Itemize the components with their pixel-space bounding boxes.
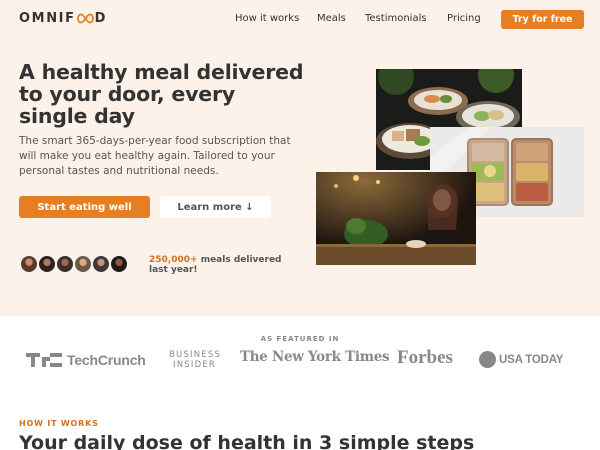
logo-text-left: OMNIF bbox=[19, 11, 76, 26]
meals-delivered-count: 250,000+ bbox=[149, 255, 198, 265]
customer-avatars bbox=[19, 254, 144, 274]
hero-description: The smart 365-days-per-year food subscri… bbox=[19, 135, 291, 177]
how-it-works-label: HOW IT WORKS bbox=[19, 419, 99, 428]
learn-more-button[interactable]: Learn more ↓ bbox=[160, 196, 271, 218]
forbes-logo: Forbes bbox=[397, 347, 453, 368]
hero-section: OMNIF D How it works Meals Testimonials … bbox=[0, 0, 600, 316]
techcrunch-mark-icon bbox=[26, 353, 62, 367]
techcrunch-logo: TechCrunch bbox=[26, 352, 146, 368]
logo-text-right: D bbox=[94, 11, 107, 26]
avatar bbox=[37, 254, 57, 274]
business-insider-logo: BUSINESS INSIDER bbox=[169, 350, 221, 370]
avatar bbox=[19, 254, 39, 274]
nav-testimonials[interactable]: Testimonials bbox=[365, 13, 427, 24]
usatoday-logo: USA TODAY bbox=[479, 351, 563, 368]
nav-how-it-works[interactable]: How it works bbox=[235, 13, 299, 24]
how-it-works-title: Your daily dose of health in 3 simple st… bbox=[19, 432, 475, 450]
nav-meals[interactable]: Meals bbox=[317, 13, 346, 24]
try-for-free-button[interactable]: Try for free bbox=[501, 10, 584, 29]
start-eating-well-button[interactable]: Start eating well bbox=[19, 196, 150, 218]
usatoday-dot-icon bbox=[479, 351, 496, 368]
business-insider-line-1: BUSINESS bbox=[169, 350, 222, 360]
logo[interactable]: OMNIF D bbox=[19, 11, 107, 26]
press-logos: TechCrunch BUSINESS INSIDER The New York… bbox=[0, 346, 600, 372]
infinity-icon bbox=[76, 13, 94, 24]
avatar bbox=[91, 254, 111, 274]
business-insider-line-2: INSIDER bbox=[173, 360, 216, 370]
meals-delivered-stat: 250,000+ meals delivered last year! bbox=[149, 255, 299, 275]
nyt-logo: The New York Times bbox=[240, 349, 390, 365]
avatar bbox=[73, 254, 93, 274]
avatar bbox=[109, 254, 129, 274]
hero-image-dining bbox=[316, 172, 476, 265]
avatar bbox=[55, 254, 75, 274]
nav-pricing[interactable]: Pricing bbox=[447, 13, 481, 24]
featured-in-label: AS FEATURED IN bbox=[260, 335, 340, 343]
hero-headline: A healthy meal delivered to your door, e… bbox=[19, 60, 304, 128]
usatoday-wordmark: USA TODAY bbox=[499, 353, 564, 366]
techcrunch-wordmark: TechCrunch bbox=[67, 352, 146, 368]
